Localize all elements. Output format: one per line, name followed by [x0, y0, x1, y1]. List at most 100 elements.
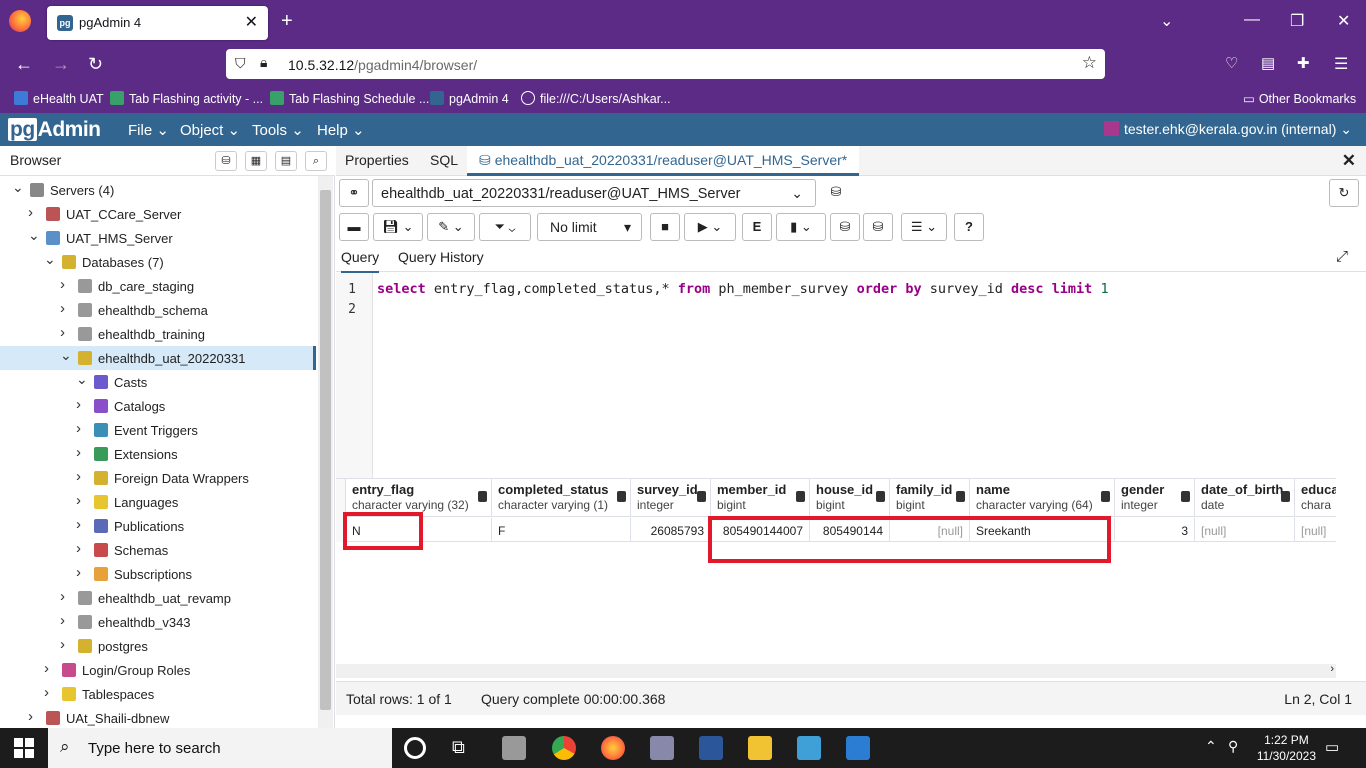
chevron-right-icon[interactable]: › [76, 516, 81, 533]
refresh-icon[interactable]: ↻ [1329, 179, 1359, 207]
mail-icon[interactable] [650, 736, 674, 760]
tree-item[interactable]: › Languages [0, 490, 316, 514]
shield-icon[interactable]: ⛉ [235, 55, 246, 72]
tab-query-tool[interactable]: ⛁ ehealthdb_uat_20220331/readuser@UAT_HMS… [467, 146, 860, 176]
commit-icon[interactable]: ⛁ [830, 213, 860, 241]
tree-item[interactable]: › Subscriptions [0, 562, 316, 586]
bookmark-tab-flashing-schedule[interactable]: Tab Flashing Schedule ... [270, 91, 429, 106]
minimize-icon[interactable]: — [1244, 11, 1260, 29]
tree-item[interactable]: › Schemas [0, 538, 316, 562]
chevron-right-icon[interactable]: › [76, 468, 81, 485]
chevron-right-icon[interactable]: › [60, 636, 65, 653]
tree-item[interactable]: › ehealthdb_training [0, 322, 316, 346]
lock-icon[interactable]: 🔒︎ [260, 54, 267, 71]
browser-scrollbar[interactable] [318, 176, 333, 728]
column-header[interactable]: date_of_birth date [1195, 479, 1295, 517]
table-cell[interactable]: F [492, 518, 631, 542]
stop-icon[interactable]: ■ [650, 213, 680, 241]
task-view-icon[interactable]: ⧉ [452, 737, 476, 761]
filter-rows-icon[interactable]: ▤ [275, 151, 297, 171]
filter-icon[interactable]: ⏷ ⌄ [479, 213, 531, 241]
firefox-icon[interactable] [601, 736, 625, 760]
tab-query-history[interactable]: Query History [398, 249, 484, 265]
back-icon[interactable]: ← [15, 54, 33, 75]
sidebar-icon[interactable]: ▤ [1261, 54, 1275, 72]
save-file-icon[interactable]: 💾︎ ⌄ [373, 213, 423, 241]
scrollbar-thumb[interactable] [320, 190, 331, 710]
close-window-icon[interactable]: ✕ [1337, 11, 1350, 31]
rollback-icon[interactable]: ⛁ [863, 213, 893, 241]
connection-status-icon[interactable]: ⚭ [339, 179, 369, 207]
tree-item[interactable]: › Foreign Data Wrappers [0, 466, 316, 490]
edit-icon[interactable]: ✎ ⌄ [427, 213, 475, 241]
chevron-right-icon[interactable]: › [60, 588, 65, 605]
execute-icon[interactable]: ▶ ⌄ [684, 213, 736, 241]
chevron-right-icon[interactable]: › [28, 708, 33, 725]
pocket-icon[interactable]: ♡ [1225, 54, 1238, 72]
bookmark-tab-flashing-activity[interactable]: Tab Flashing activity - ... [110, 91, 263, 106]
menu-icon[interactable]: ☰ [1334, 54, 1348, 74]
column-header[interactable]: completed_status character varying (1) [492, 479, 631, 517]
column-header[interactable]: member_id bigint [711, 479, 810, 517]
tree-item[interactable]: › Event Triggers [0, 418, 316, 442]
word-icon[interactable] [699, 736, 723, 760]
connection-select[interactable]: ehealthdb_uat_20220331/readuser@UAT_HMS_… [372, 179, 816, 207]
tree-item[interactable]: › Extensions [0, 442, 316, 466]
column-header[interactable]: house_id bigint [810, 479, 890, 517]
chevron-right-icon[interactable]: › [60, 300, 65, 317]
chevron-down-icon[interactable]: ⌄ [76, 371, 88, 388]
explain-icon[interactable]: E [742, 213, 772, 241]
tab-properties[interactable]: Properties [345, 152, 409, 168]
extensions-icon[interactable]: ✚ [1297, 54, 1310, 72]
chevron-up-icon[interactable]: ⌃ [1205, 738, 1217, 755]
macros-icon[interactable]: ☰ ⌄ [901, 213, 947, 241]
tree-item[interactable]: › Tablespaces [0, 682, 316, 706]
chevron-right-icon[interactable]: › [76, 564, 81, 581]
network-icon[interactable]: ⚲ [1228, 738, 1238, 755]
grid-horizontal-scrollbar[interactable]: › [336, 663, 1336, 678]
tree-item[interactable]: ⌄ Servers (4) [0, 178, 316, 202]
file-explorer-icon[interactable] [748, 736, 772, 760]
chevron-down-icon[interactable]: ⌄ [28, 227, 40, 244]
chrome-icon[interactable] [552, 736, 576, 760]
menu-file[interactable]: File ⌄ [128, 121, 169, 139]
remote-app-icon[interactable] [846, 736, 870, 760]
url-bar[interactable]: ⛉ 🔒︎ 10.5.32.12/pgadmin4/browser/ ☆ [226, 49, 1105, 79]
menu-help[interactable]: Help ⌄ [317, 121, 365, 139]
restore-icon[interactable]: ❐ [1290, 11, 1304, 31]
view-data-icon[interactable]: ▦ [245, 151, 267, 171]
close-tab-icon[interactable]: ✕ [245, 12, 258, 32]
tree-item[interactable]: ⌄ Databases (7) [0, 250, 316, 274]
chevron-down-icon[interactable]: ⌄ [12, 179, 24, 196]
reload-icon[interactable]: ↻ [88, 54, 103, 75]
column-header[interactable]: family_id bigint [890, 479, 970, 517]
column-header[interactable]: survey_id integer [631, 479, 711, 517]
bookmark-pgadmin[interactable]: pgAdmin 4 [430, 91, 509, 106]
search-icon[interactable]: ⌕ [305, 151, 327, 171]
tree-item[interactable]: › postgres [0, 634, 316, 658]
forward-icon[interactable]: → [52, 54, 70, 75]
tree-item[interactable]: › Publications [0, 514, 316, 538]
chevron-right-icon[interactable]: › [76, 492, 81, 509]
chevron-right-icon[interactable]: › [60, 612, 65, 629]
cortana-icon[interactable] [404, 737, 426, 759]
tab-sql[interactable]: SQL [430, 152, 458, 168]
chevron-right-icon[interactable]: › [76, 444, 81, 461]
tree-item[interactable]: ⌄ ehealthdb_uat_20220331 [0, 346, 316, 370]
taskbar-search-box[interactable]: ⌕ Type here to search [48, 728, 392, 768]
limit-select[interactable]: No limit ▾ [537, 213, 642, 241]
notifications-icon[interactable]: ▭ [1325, 738, 1339, 756]
chevron-right-icon[interactable]: › [76, 540, 81, 557]
tree-item[interactable]: › Catalogs [0, 394, 316, 418]
browser-tab[interactable]: pg pgAdmin 4 ✕ [47, 6, 268, 40]
chevron-right-icon[interactable]: › [60, 276, 65, 293]
other-bookmarks[interactable]: ▭ Other Bookmarks [1243, 91, 1356, 106]
bookmark-star-icon[interactable]: ☆ [1082, 53, 1097, 73]
sql-code[interactable]: select entry_flag,completed_status,* fro… [377, 281, 1109, 297]
tree-item[interactable]: › ehealthdb_uat_revamp [0, 586, 316, 610]
bookmark-file[interactable]: file:///C:/Users/Ashkar... [521, 91, 671, 106]
new-tab-icon[interactable]: + [281, 10, 293, 33]
scroll-right-icon[interactable]: › [1330, 663, 1334, 675]
chevron-right-icon[interactable]: › [44, 684, 49, 701]
new-connection-icon[interactable]: ⛁ [820, 179, 852, 207]
